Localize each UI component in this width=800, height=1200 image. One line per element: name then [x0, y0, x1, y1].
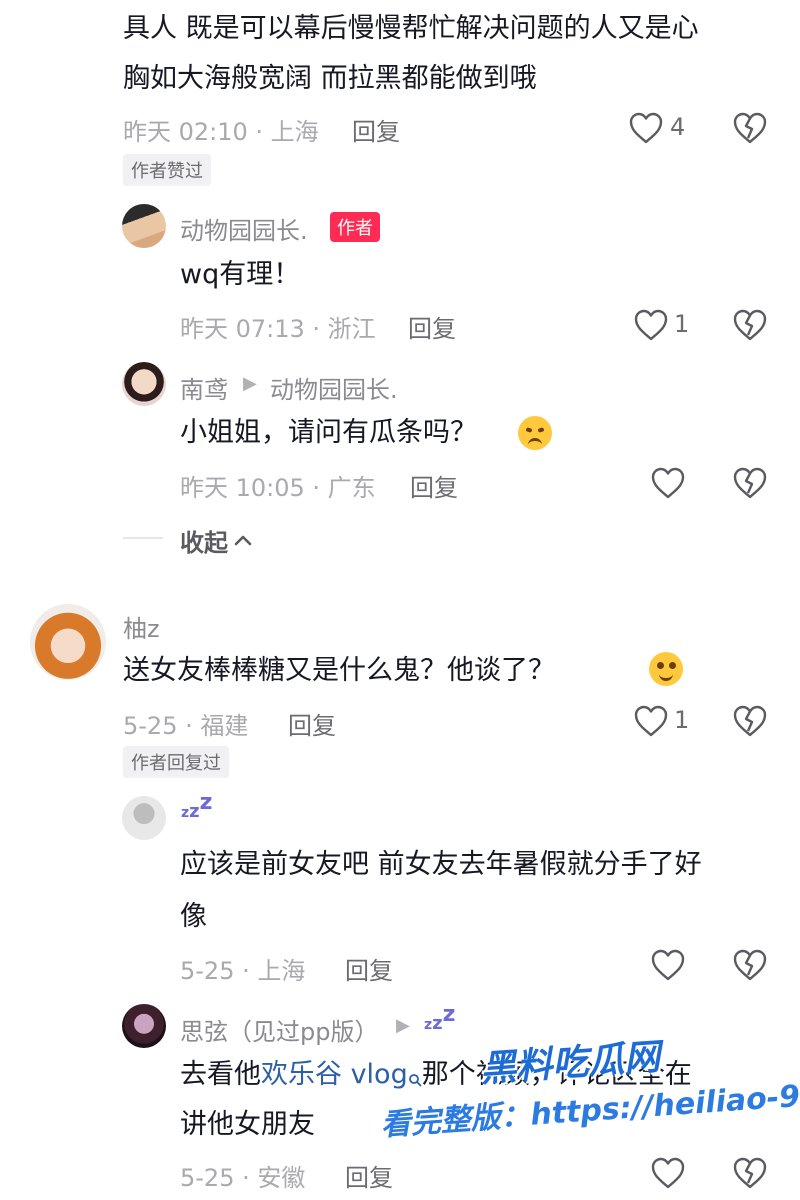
avatar[interactable]: [122, 362, 166, 406]
broken-heart-icon: [732, 704, 768, 738]
avatar[interactable]: [122, 796, 166, 840]
collapse-button[interactable]: 收起: [180, 523, 252, 558]
reply-text-line: 应该是前女友吧 前女友去年暑假就分手了好: [180, 849, 702, 880]
reply-text-line: 像: [180, 901, 207, 932]
reply-to-name[interactable]: zzz: [424, 1002, 455, 1035]
like-button[interactable]: [633, 308, 669, 342]
dislike-button[interactable]: [732, 111, 768, 145]
dislike-button[interactable]: [732, 308, 768, 342]
comment-text-line: 胸如大海般宽阔 而拉黑都能做到哦: [123, 63, 537, 94]
reply-text: wq有理！: [180, 259, 301, 290]
reply-to-name[interactable]: 动物园园长.: [270, 370, 398, 405]
reply-button[interactable]: 回复: [408, 309, 456, 344]
collapse-label: 收起: [180, 529, 228, 557]
reply-button[interactable]: 回复: [352, 112, 400, 147]
smile-emoji-icon: [649, 652, 684, 686]
broken-heart-icon: [732, 948, 768, 982]
author-replied-badge: 作者回复过: [123, 746, 229, 778]
reply-text-part: 去看他: [180, 1059, 261, 1090]
comment-meta: 5-25 · 福建: [123, 712, 249, 740]
reply-button[interactable]: 回复: [345, 951, 393, 986]
dislike-button[interactable]: [732, 948, 768, 982]
frowning-emoji-icon: [518, 416, 552, 450]
reply-meta: 昨天 07:13 · 浙江: [180, 315, 376, 343]
divider: [123, 537, 163, 539]
search-icon: [408, 1056, 422, 1102]
reply-button[interactable]: 回复: [410, 468, 458, 503]
author-liked-badge: 作者赞过: [123, 154, 211, 186]
like-button[interactable]: [650, 1156, 686, 1190]
heart-outline-icon: [650, 948, 686, 982]
like-button[interactable]: [650, 466, 686, 500]
reply-text: 小姐姐，请问有瓜条吗？: [180, 417, 477, 448]
dislike-button[interactable]: [732, 466, 768, 500]
broken-heart-icon: [732, 111, 768, 145]
heart-outline-icon: [650, 466, 686, 500]
like-count: 1: [674, 706, 690, 734]
broken-heart-icon: [732, 1156, 768, 1190]
reply-text-line: 讲他女朋友: [180, 1109, 315, 1140]
broken-heart-icon: [732, 308, 768, 342]
like-count: 4: [670, 113, 686, 141]
broken-heart-icon: [732, 466, 768, 500]
comment-text-line: 具人 既是可以幕后慢慢帮忙解决问题的人又是心: [123, 13, 699, 44]
chevron-up-icon: [234, 531, 252, 550]
reply-to-arrow-icon: ▶: [243, 373, 257, 394]
like-button[interactable]: [628, 111, 664, 145]
reply-button[interactable]: 回复: [288, 706, 336, 741]
reply-author-name[interactable]: zzz: [181, 790, 212, 823]
like-button[interactable]: [650, 948, 686, 982]
reply-to-arrow-icon: ▶: [396, 1015, 410, 1036]
dislike-button[interactable]: [732, 704, 768, 738]
reply-meta: 昨天 10:05 · 广东: [180, 474, 376, 502]
avatar[interactable]: [122, 1004, 166, 1048]
reply-meta: 5-25 · 安徽: [180, 1164, 306, 1192]
avatar[interactable]: [30, 604, 106, 680]
reply-button[interactable]: 回复: [345, 1158, 393, 1193]
comment-author-name[interactable]: 柚z: [123, 609, 160, 644]
comment-text: 送女友棒棒糖又是什么鬼？他谈了？: [123, 655, 555, 686]
author-tag: 作者: [330, 212, 380, 242]
dislike-button[interactable]: [732, 1156, 768, 1190]
reply-meta: 5-25 · 上海: [180, 957, 306, 985]
like-count: 1: [674, 310, 690, 338]
reply-author-name[interactable]: 思弦（见过pp版）: [180, 1012, 378, 1047]
heart-outline-icon: [633, 704, 669, 738]
search-link[interactable]: 欢乐谷 vlog: [261, 1059, 408, 1090]
like-button[interactable]: [633, 704, 669, 738]
heart-outline-icon: [633, 308, 669, 342]
comment-meta: 昨天 02:10 · 上海: [123, 118, 319, 146]
reply-author-name[interactable]: 南鸢: [180, 370, 228, 405]
avatar[interactable]: [122, 204, 166, 248]
reply-author-name[interactable]: 动物园园长.: [180, 211, 308, 246]
heart-outline-icon: [628, 111, 664, 145]
heart-outline-icon: [650, 1156, 686, 1190]
